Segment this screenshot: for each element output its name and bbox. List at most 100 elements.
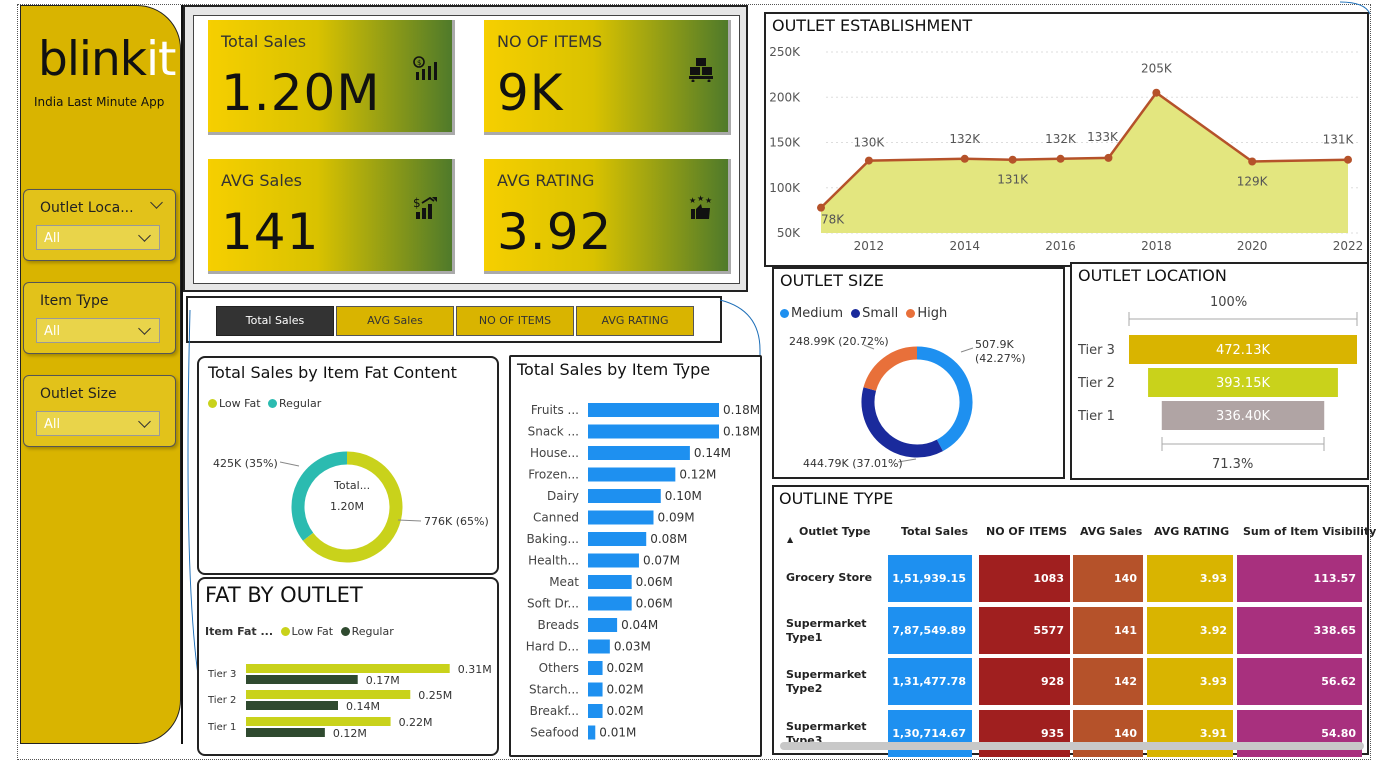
data-label: 78K	[821, 213, 845, 227]
data-point[interactable]	[864, 156, 873, 165]
filter-select[interactable]: All	[36, 225, 160, 250]
col-header-total-sales[interactable]: Total Sales	[901, 525, 968, 538]
col-header-avg-sales[interactable]: AVG Sales	[1080, 525, 1142, 538]
y-tick-label: Seafood	[530, 726, 579, 740]
bar-data-label: 0.31M	[458, 663, 492, 676]
data-point[interactable]	[960, 154, 969, 163]
kpi-section: Total Sales 1.20M $ NO OF ITEMS 9K AVG S…	[183, 5, 748, 292]
data-point[interactable]	[1056, 154, 1065, 163]
area-fill	[821, 92, 1348, 233]
data-label: 129K	[1237, 175, 1269, 189]
bar-low-fat[interactable]	[246, 690, 411, 699]
col-header-item-visibility[interactable]: Sum of Item Visibility	[1243, 525, 1376, 538]
bar-data-label: 0.07M	[643, 554, 680, 568]
col-header-avg-rating[interactable]: AVG RATING	[1154, 525, 1229, 538]
table-cell-vis: 338.65	[1237, 606, 1362, 654]
col-header-outlet-type[interactable]: Outlet Type	[799, 525, 870, 538]
y-tick-label: Canned	[533, 511, 579, 525]
item-type-panel: Total Sales by Item Type Fruits ... 0.18M…	[509, 355, 762, 757]
row-label: Supermarket Type2	[786, 668, 867, 695]
thumbs-stars-icon: ★ ★ ★	[688, 194, 714, 226]
data-point[interactable]	[1104, 153, 1113, 162]
kpi-card-avg-rating: AVG RATING 3.92 ★ ★ ★	[484, 159, 731, 274]
filter-outlet-location[interactable]: Outlet Loca... All	[23, 189, 176, 261]
filter-select[interactable]: All	[36, 411, 160, 436]
bar[interactable]	[588, 639, 610, 654]
bar-data-label: 0.06M	[636, 575, 673, 589]
bar-regular[interactable]	[246, 728, 325, 737]
y-tick-label: Tier 1	[207, 722, 236, 733]
filter-label: Outlet Loca...	[40, 200, 134, 216]
fat-by-outlet-chart[interactable]: Tier 3 0.31M 0.17M Tier 2 0.25M 0.14M Tier 1 0.…	[199, 579, 501, 758]
table-cell-items: 928	[979, 658, 1070, 705]
filter-outlet-size[interactable]: Outlet Size All	[23, 375, 176, 447]
bar-regular[interactable]	[246, 675, 358, 684]
kpi-card-no-of-items: NO OF ITEMS 9K	[484, 20, 731, 135]
donut-slice-small[interactable]	[861, 387, 943, 458]
y-tick-label: Fruits ...	[531, 403, 579, 417]
y-tick-label: House...	[530, 446, 579, 460]
donut-slice-high[interactable]	[863, 346, 918, 392]
y-tick-label: Others	[539, 661, 579, 675]
outlet-location-funnel[interactable]: 472.13K Tier 3 393.15K Tier 2 336.40K Tier 1	[1072, 264, 1371, 482]
fat-content-panel: Total Sales by Item Fat Content Low Fat …	[197, 356, 499, 575]
horizontal-scrollbar[interactable]	[780, 742, 1364, 750]
kpi-card-total-sales: Total Sales 1.20M $	[208, 20, 455, 135]
bar[interactable]	[588, 575, 632, 589]
bar-data-label: 0.12M	[333, 727, 367, 740]
chevron-down-icon[interactable]	[150, 196, 163, 209]
data-label: 132K	[1045, 132, 1077, 146]
row-label: Grocery Store	[786, 571, 873, 584]
x-tick-label: 2018	[1141, 239, 1172, 253]
kpi-value: 1.20M	[221, 64, 381, 122]
bar[interactable]	[588, 704, 603, 718]
data-point[interactable]	[1008, 155, 1017, 164]
filter-item-type[interactable]: Item Type All	[23, 282, 176, 354]
data-label: 132K	[949, 132, 981, 146]
svg-text:★: ★	[705, 196, 712, 205]
y-tick-label: Snack ...	[528, 425, 579, 439]
bar[interactable]	[588, 682, 603, 697]
bar[interactable]	[588, 618, 618, 632]
y-tick-label: Soft Dr...	[527, 597, 579, 611]
bar[interactable]	[588, 403, 719, 417]
funnel-category-label: Tier 3	[1077, 343, 1115, 358]
bar-data-label: 0.09M	[658, 511, 695, 525]
y-tick-label: Frozen...	[528, 468, 579, 482]
bar[interactable]	[588, 424, 719, 439]
growth-dollar-icon: $	[412, 195, 438, 226]
bar[interactable]	[588, 467, 676, 482]
funnel-value-label: 472.13K	[1216, 343, 1270, 358]
data-point[interactable]	[1248, 157, 1257, 166]
donut-slice-regular[interactable]	[291, 451, 348, 541]
bar-data-label: 0.08M	[650, 532, 687, 546]
x-tick-label: 2014	[949, 239, 980, 253]
donut-slice-medium[interactable]	[916, 346, 973, 452]
col-header-no-of-items[interactable]: NO OF ITEMS	[986, 525, 1067, 538]
sort-arrow-icon[interactable]: ▲	[787, 535, 793, 544]
bar[interactable]	[588, 510, 654, 525]
kpi-title: NO OF ITEMS	[497, 32, 603, 51]
bar-low-fat[interactable]	[246, 717, 391, 726]
bar-regular[interactable]	[246, 701, 338, 710]
bar[interactable]	[588, 446, 690, 460]
data-point[interactable]	[1152, 88, 1161, 97]
bar[interactable]	[588, 489, 661, 503]
outlet-size-donut[interactable]	[774, 269, 1067, 481]
bar[interactable]	[588, 596, 632, 611]
data-point[interactable]	[1344, 155, 1352, 164]
table-cell-rating: 3.93	[1147, 658, 1233, 705]
bar-low-fat[interactable]	[246, 664, 450, 673]
item-type-bar-chart[interactable]: Fruits ... 0.18M Snack ... 0.18M House... 0.1…	[511, 357, 764, 759]
funnel-value-label: 393.15K	[1216, 376, 1270, 391]
funnel-category-label: Tier 1	[1077, 409, 1115, 424]
x-tick-label: 2016	[1045, 239, 1076, 253]
bar[interactable]	[588, 532, 647, 546]
chevron-down-icon	[138, 322, 151, 335]
bar[interactable]	[588, 725, 596, 740]
establishment-area-chart[interactable]: 250K 200K 150K 100K 50K 2012 2014 2016 2018 2020 2…	[766, 14, 1371, 269]
bar[interactable]	[588, 553, 639, 568]
data-point[interactable]	[817, 203, 825, 212]
filter-select[interactable]: All	[36, 318, 160, 343]
bar[interactable]	[588, 661, 603, 675]
